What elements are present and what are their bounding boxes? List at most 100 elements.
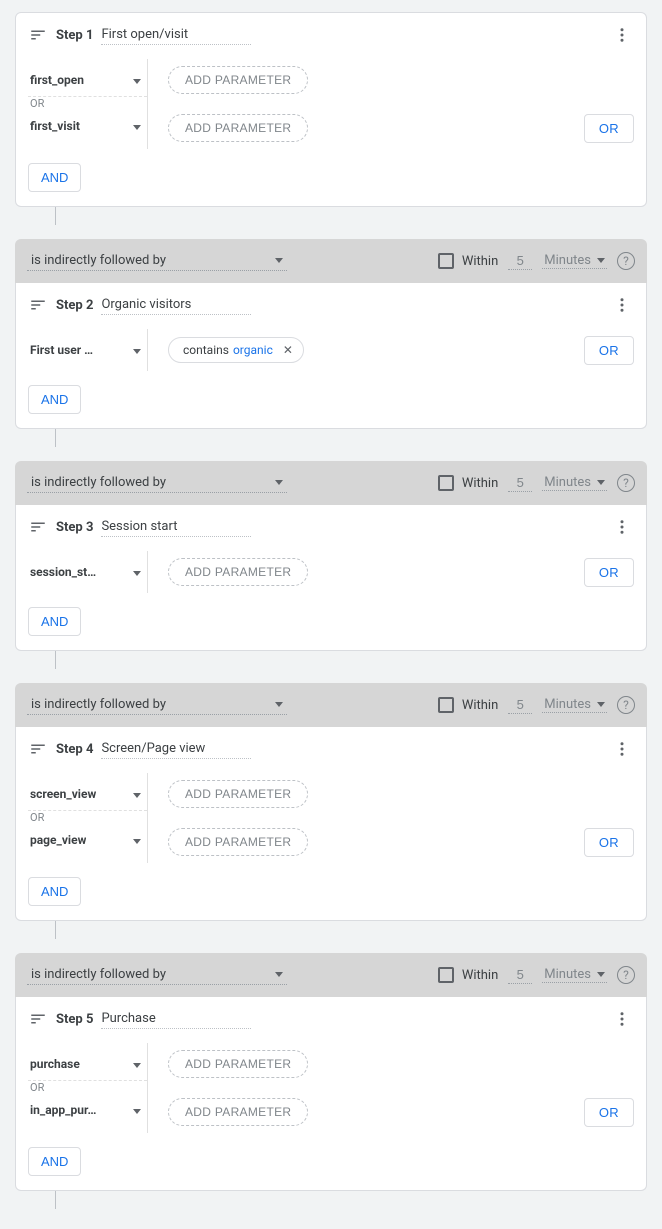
help-icon[interactable]: ? <box>617 696 635 714</box>
add-parameter-button[interactable]: ADD PARAMETER <box>168 114 308 142</box>
within-unit-select[interactable]: Minutes <box>542 697 607 713</box>
more-menu-icon[interactable] <box>610 1007 634 1031</box>
step-number: Step 5 <box>56 1012 93 1027</box>
and-button[interactable]: AND <box>28 385 81 414</box>
chevron-down-icon <box>133 839 141 844</box>
or-separator: OR <box>28 1080 147 1094</box>
step-title-input[interactable]: Purchase <box>101 1009 251 1029</box>
within-unit-select[interactable]: Minutes <box>542 475 607 491</box>
dimension-name: session_st… <box>28 565 96 579</box>
connector-line <box>55 207 56 225</box>
dimension-name: in_app_pur… <box>28 1103 96 1117</box>
dimension-name: first_visit <box>28 119 80 133</box>
dimension-select[interactable]: screen_view <box>28 777 147 811</box>
sort-icon[interactable] <box>28 295 48 315</box>
add-parameter-button[interactable]: ADD PARAMETER <box>168 558 308 586</box>
chevron-down-icon <box>597 480 605 485</box>
step-card: Step 5 Purchase purchase OR in_app_pur… … <box>15 997 647 1191</box>
dimension-select[interactable]: first_open <box>28 63 147 97</box>
add-parameter-button[interactable]: ADD PARAMETER <box>168 66 308 94</box>
step-title-input[interactable]: Session start <box>101 517 251 537</box>
more-menu-icon[interactable] <box>610 515 634 539</box>
sort-icon[interactable] <box>28 25 48 45</box>
parameter-chip[interactable]: contains organic ✕ <box>168 337 304 363</box>
followed-by-bar: is indirectly followed by Within Minutes… <box>15 683 647 727</box>
more-menu-icon[interactable] <box>610 23 634 47</box>
within-checkbox[interactable] <box>438 475 454 491</box>
dimension-select[interactable]: first_visit <box>28 109 147 143</box>
dimension-select[interactable]: page_view <box>28 823 147 857</box>
within-checkbox[interactable] <box>438 253 454 269</box>
connector-line <box>55 651 56 669</box>
and-button[interactable]: AND <box>28 607 81 636</box>
step-number: Step 3 <box>56 520 93 535</box>
or-button[interactable]: OR <box>584 336 634 365</box>
followed-by-select[interactable]: is indirectly followed by <box>27 965 287 985</box>
dimension-select[interactable]: purchase <box>28 1047 147 1081</box>
step-card: Step 1 First open/visit first_open OR fi… <box>15 12 647 207</box>
dimension-name: screen_view <box>28 787 96 801</box>
more-menu-icon[interactable] <box>610 293 634 317</box>
more-menu-icon[interactable] <box>610 737 634 761</box>
within-value-input[interactable] <box>508 474 532 492</box>
chevron-down-icon <box>133 1063 141 1068</box>
sort-icon[interactable] <box>28 517 48 537</box>
chevron-down-icon <box>133 571 141 576</box>
step-title-input[interactable]: First open/visit <box>101 25 251 45</box>
step-header: Step 5 Purchase <box>16 997 646 1035</box>
followed-by-select[interactable]: is indirectly followed by <box>27 695 287 715</box>
connector-line <box>55 1191 56 1209</box>
step-number: Step 1 <box>56 28 93 43</box>
sort-icon[interactable] <box>28 1009 48 1029</box>
followed-by-select[interactable]: is indirectly followed by <box>27 473 287 493</box>
chevron-down-icon <box>133 125 141 130</box>
connector-line <box>55 921 56 939</box>
sort-icon[interactable] <box>28 739 48 759</box>
followed-by-label: is indirectly followed by <box>31 253 166 268</box>
within-checkbox[interactable] <box>438 697 454 713</box>
within-unit-select[interactable]: Minutes <box>542 253 607 269</box>
followed-by-label: is indirectly followed by <box>31 475 166 490</box>
followed-by-bar: is indirectly followed by Within Minutes… <box>15 953 647 997</box>
and-button[interactable]: AND <box>28 877 81 906</box>
or-button[interactable]: OR <box>584 828 634 857</box>
remove-icon[interactable]: ✕ <box>283 343 293 357</box>
chevron-down-icon <box>133 349 141 354</box>
dimension-name: page_view <box>28 833 86 847</box>
within-value-input[interactable] <box>508 252 532 270</box>
dimension-select[interactable]: in_app_pur… <box>28 1093 147 1127</box>
chevron-down-icon <box>275 972 283 977</box>
followed-by-bar: is indirectly followed by Within Minutes… <box>15 239 647 283</box>
followed-by-select[interactable]: is indirectly followed by <box>27 251 287 271</box>
dimension-name: purchase <box>28 1057 80 1071</box>
within-label: Within <box>462 698 498 713</box>
help-icon[interactable]: ? <box>617 966 635 984</box>
step-title-input[interactable]: Organic visitors <box>101 295 251 315</box>
and-button[interactable]: AND <box>28 163 81 192</box>
within-unit-select[interactable]: Minutes <box>542 967 607 983</box>
step-header: Step 2 Organic visitors <box>16 283 646 321</box>
help-icon[interactable]: ? <box>617 252 635 270</box>
and-button[interactable]: AND <box>28 1147 81 1176</box>
within-value-input[interactable] <box>508 966 532 984</box>
or-button[interactable]: OR <box>584 558 634 587</box>
step-header: Step 3 Session start <box>16 505 646 543</box>
help-icon[interactable]: ? <box>617 474 635 492</box>
within-label: Within <box>462 968 498 983</box>
add-parameter-button[interactable]: ADD PARAMETER <box>168 828 308 856</box>
or-button[interactable]: OR <box>584 1098 634 1127</box>
add-parameter-button[interactable]: ADD PARAMETER <box>168 1050 308 1078</box>
within-label: Within <box>462 476 498 491</box>
or-button[interactable]: OR <box>584 114 634 143</box>
add-parameter-button[interactable]: ADD PARAMETER <box>168 780 308 808</box>
step-card: Step 2 Organic visitors First user … con… <box>15 283 647 429</box>
step-title-input[interactable]: Screen/Page view <box>101 739 251 759</box>
step-number: Step 4 <box>56 742 93 757</box>
dimension-select[interactable]: session_st… <box>28 555 147 589</box>
chevron-down-icon <box>597 702 605 707</box>
chevron-down-icon <box>275 480 283 485</box>
add-parameter-button[interactable]: ADD PARAMETER <box>168 1098 308 1126</box>
within-value-input[interactable] <box>508 696 532 714</box>
dimension-select[interactable]: First user … <box>28 333 147 367</box>
within-checkbox[interactable] <box>438 967 454 983</box>
